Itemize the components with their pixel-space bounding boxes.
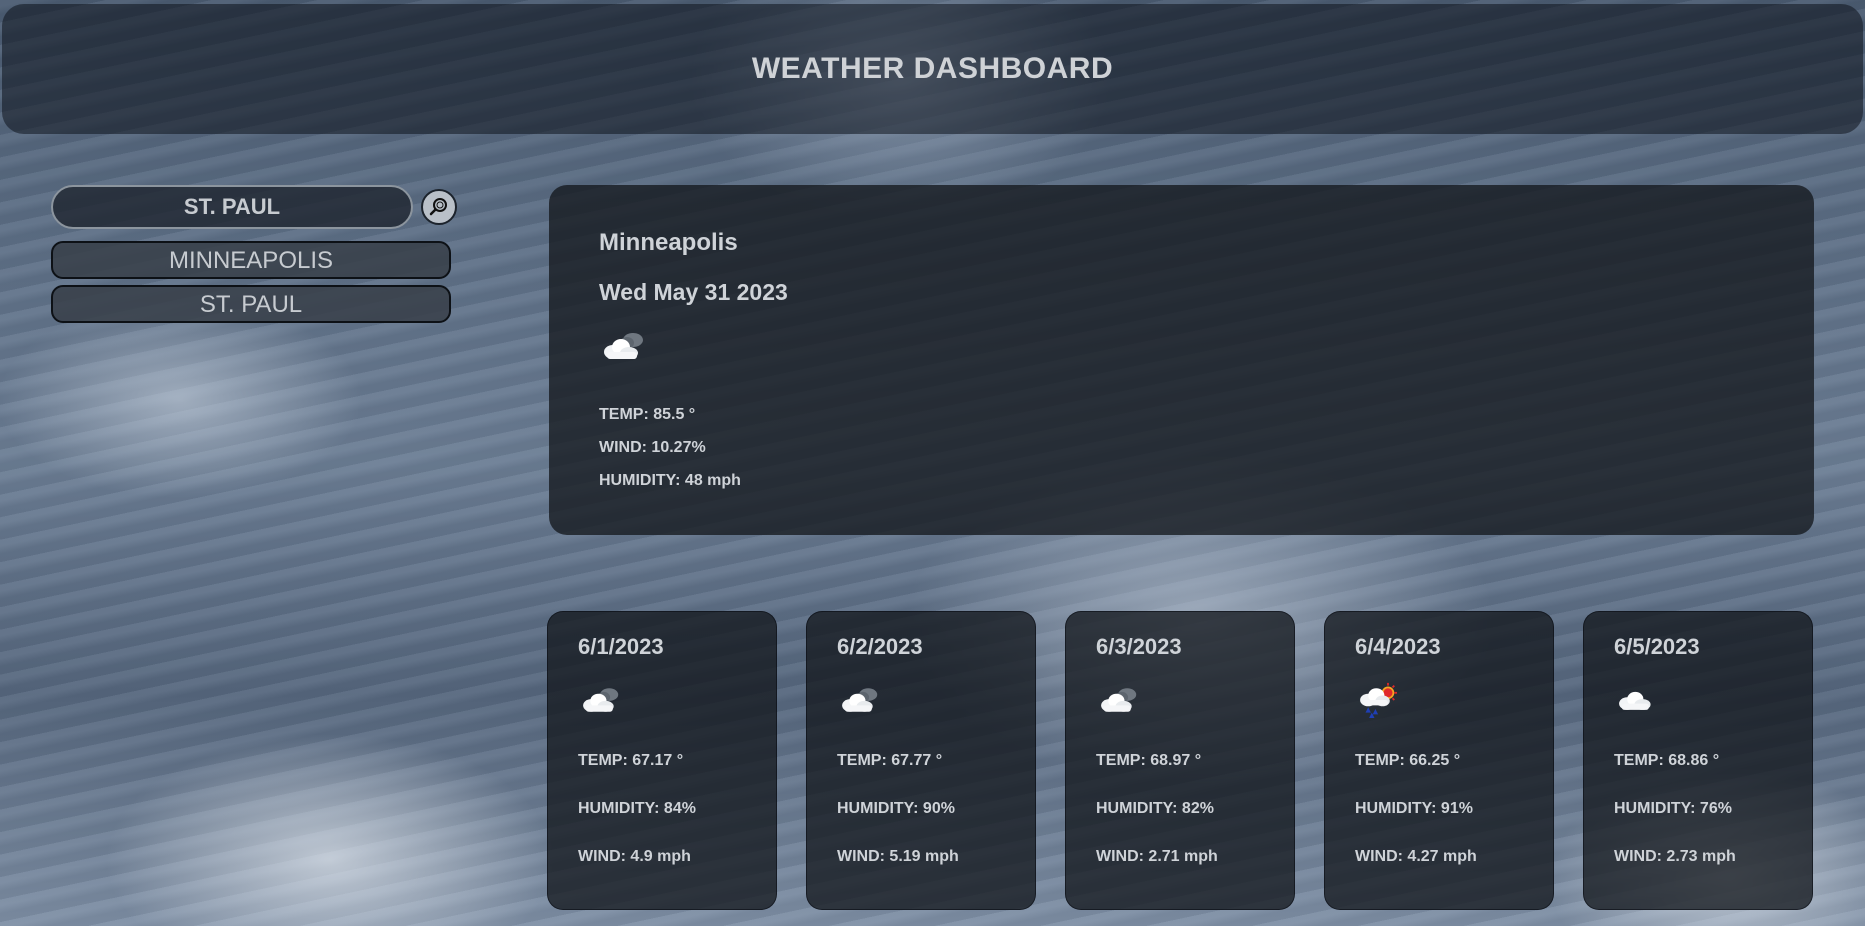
search-row (51, 185, 457, 229)
forecast-temp: TEMP: 67.17 ° (578, 752, 684, 769)
forecast-wind: WIND: 2.71 mph (1096, 848, 1218, 865)
city-search-input[interactable] (51, 185, 413, 229)
forecast-date: 6/5/2023 (1614, 634, 1700, 659)
search-button[interactable] (421, 189, 457, 225)
forecast-card: 6/2/2023 TEMP: 67.77 ° HUMIDITY: 90% WIN… (806, 611, 1036, 910)
search-icon (429, 198, 447, 216)
page-title: WEATHER DASHBOARD (751, 52, 1114, 85)
current-weather-panel: Minneapolis Wed May 31 2023 TEMP: 85.5 °… (549, 185, 1814, 535)
cloud-icon (1614, 682, 1782, 726)
rain-sun-icon (1355, 682, 1523, 726)
history-button-st-paul[interactable]: ST. PAUL (51, 285, 451, 323)
forecast-card: 6/4/2023 TEMP: 66.25 ° HUMIDITY: 91% WIN… (1324, 611, 1554, 910)
search-sidebar: MINNEAPOLIS ST. PAUL (51, 185, 457, 323)
current-temp: TEMP: 85.5 ° (599, 406, 696, 423)
broken-clouds-icon (578, 682, 746, 726)
current-wind: WIND: 10.27% (599, 439, 706, 456)
forecast-date: 6/3/2023 (1096, 634, 1182, 659)
forecast-humidity: HUMIDITY: 76% (1614, 800, 1732, 817)
forecast-wind: WIND: 4.27 mph (1355, 848, 1477, 865)
forecast-temp: TEMP: 66.25 ° (1355, 752, 1461, 769)
forecast-temp: TEMP: 67.77 ° (837, 752, 943, 769)
forecast-wind: WIND: 2.73 mph (1614, 848, 1736, 865)
forecast-temp: TEMP: 68.86 ° (1614, 752, 1720, 769)
forecast-humidity: HUMIDITY: 90% (837, 800, 955, 817)
current-city: Minneapolis (599, 229, 738, 256)
five-day-forecast: 6/1/2023 TEMP: 67.17 ° HUMIDITY: 84% WIN… (547, 611, 1813, 910)
broken-clouds-icon (1096, 682, 1264, 726)
forecast-wind: WIND: 4.9 mph (578, 848, 691, 865)
page-header: WEATHER DASHBOARD (2, 4, 1863, 134)
forecast-wind: WIND: 5.19 mph (837, 848, 959, 865)
forecast-card: 6/5/2023 TEMP: 68.86 ° HUMIDITY: 76% WIN… (1583, 611, 1813, 910)
forecast-date: 6/4/2023 (1355, 634, 1441, 659)
forecast-card: 6/1/2023 TEMP: 67.17 ° HUMIDITY: 84% WIN… (547, 611, 777, 910)
forecast-temp: TEMP: 68.97 ° (1096, 752, 1202, 769)
current-date: Wed May 31 2023 (599, 279, 788, 305)
current-humidity: HUMIDITY: 48 mph (599, 472, 741, 489)
broken-clouds-icon (599, 326, 1764, 376)
forecast-humidity: HUMIDITY: 82% (1096, 800, 1214, 817)
history-button-minneapolis[interactable]: MINNEAPOLIS (51, 241, 451, 279)
forecast-humidity: HUMIDITY: 91% (1355, 800, 1473, 817)
forecast-date: 6/2/2023 (837, 634, 923, 659)
forecast-date: 6/1/2023 (578, 634, 664, 659)
broken-clouds-icon (837, 682, 1005, 726)
forecast-card: 6/3/2023 TEMP: 68.97 ° HUMIDITY: 82% WIN… (1065, 611, 1295, 910)
forecast-humidity: HUMIDITY: 84% (578, 800, 696, 817)
